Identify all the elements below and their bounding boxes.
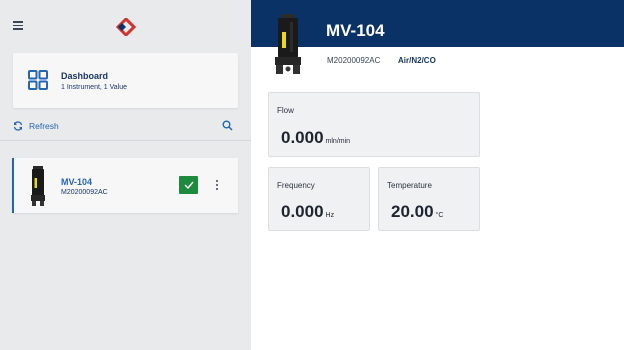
temperature-label: Temperature: [387, 181, 432, 190]
temperature-number: 20.00: [391, 202, 434, 221]
sidebar: Dashboard 1 Instrument, 1 Value Refresh …: [0, 0, 251, 350]
refresh-label: Refresh: [29, 121, 59, 131]
grid-icon: [28, 70, 48, 90]
instrument-name: MV-104: [61, 177, 93, 187]
kebab-icon[interactable]: [214, 179, 220, 191]
temperature-value: 20.00 °C: [391, 202, 443, 222]
instrument-card[interactable]: MV-104 M20200092AC: [12, 158, 238, 213]
flow-unit: mln/min: [325, 138, 351, 145]
sidebar-divider: [0, 140, 251, 141]
frequency-number: 0.000: [281, 202, 324, 221]
flow-value: 0.000 mln/min: [281, 128, 350, 148]
refresh-button[interactable]: Refresh: [13, 120, 59, 132]
frequency-value: 0.000 Hz: [281, 202, 334, 222]
dashboard-title: Dashboard: [61, 71, 109, 81]
device-image: [275, 14, 301, 74]
frequency-label: Frequency: [277, 181, 315, 190]
flow-number: 0.000: [281, 128, 324, 147]
frequency-tile[interactable]: Frequency 0.000 Hz: [268, 167, 370, 231]
temperature-unit: °C: [435, 212, 444, 219]
flow-label: Flow: [277, 106, 294, 115]
frequency-unit: Hz: [325, 212, 335, 219]
device-gas: Air/N2/CO: [398, 56, 436, 65]
dashboard-subtitle: 1 Instrument, 1 Value: [61, 84, 128, 91]
flow-tile[interactable]: Flow 0.000 mln/min: [268, 92, 480, 157]
selected-indicator: [12, 158, 14, 213]
search-icon[interactable]: [222, 120, 233, 131]
header-band: [251, 0, 624, 47]
hamburger-icon[interactable]: [13, 21, 23, 30]
device-serial: M20200092AC: [327, 56, 381, 65]
brand-logo-icon: [115, 18, 137, 36]
dashboard-card[interactable]: Dashboard 1 Instrument, 1 Value: [13, 53, 238, 108]
device-title: MV-104: [326, 21, 385, 40]
instrument-thumbnail: [31, 166, 45, 206]
refresh-icon: [13, 121, 23, 131]
checkmark-icon: [184, 181, 194, 189]
instrument-serial: M20200092AC: [61, 189, 108, 196]
temperature-tile[interactable]: Temperature 20.00 °C: [378, 167, 480, 231]
status-badge: [179, 176, 198, 194]
